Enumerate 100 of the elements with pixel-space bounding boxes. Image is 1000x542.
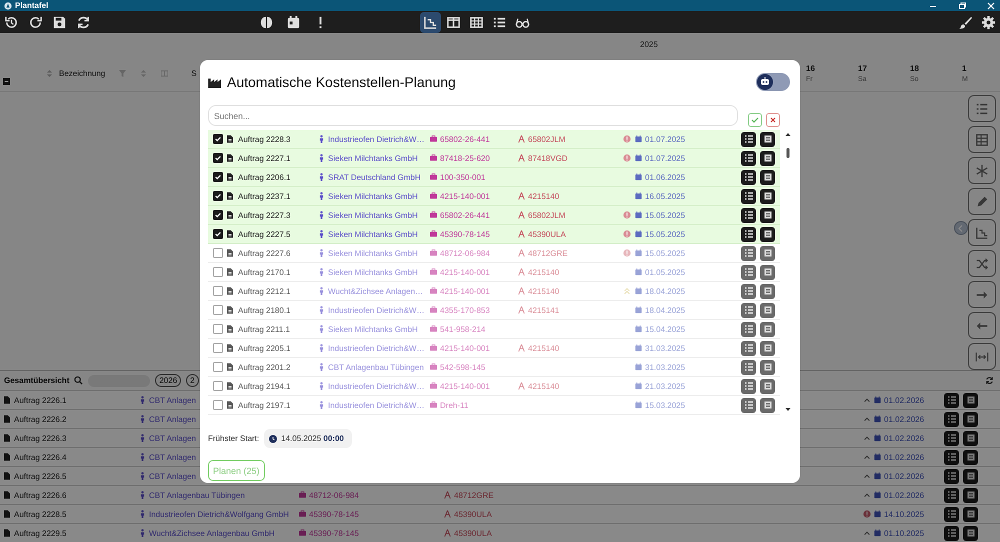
cancel-button[interactable] [766,112,780,126]
list-row[interactable]: Auftrag 2205.1 Industrieofen Dietrich&W… 4215-140-001 4215140 31.03.2025 [208,339,780,358]
document-icon [227,325,233,333]
details-button[interactable] [944,412,959,426]
year-chip[interactable]: 2 [186,374,199,387]
year-chip[interactable]: 2026 [155,374,182,387]
brain-icon[interactable] [259,14,274,30]
list-row[interactable]: Auftrag 2227.3 Sieken Milchtanks GmbH 65802-26-441 65802JLM 15.05.2025 [208,206,780,225]
settings-icon[interactable] [981,14,996,30]
table-button[interactable] [968,126,996,153]
table-row[interactable]: Auftrag 2228.5 Industrieofen Dietrich&Wolfgang GmbH 45390-78-145 45390ULA 14.10.2025 [0,504,1000,523]
details-button[interactable] [741,132,756,146]
notes-button[interactable] [760,208,775,222]
checkbox[interactable] [213,172,223,182]
table-row[interactable]: Auftrag 2226.6 CBT Anlagenbau Tübingen 48712-06-984 48712GRE 01.02.2026 [0,485,1000,504]
customer-name: Sieken Milchtanks GmbH [328,248,418,258]
checkbox[interactable] [213,134,223,144]
notes-button[interactable] [760,150,775,166]
close-icon[interactable] [986,0,996,11]
list-row[interactable]: Auftrag 2211.1 Sieken Milchtanks GmbH 541-958-214 15.04.2025 [208,320,780,339]
due-date: 21.03.2025 [645,382,686,390]
calendar-icon [635,268,642,276]
checkbox[interactable] [213,248,223,258]
chart-button[interactable] [968,219,996,246]
history-icon[interactable] [4,14,19,30]
toggle-switch[interactable] [756,73,790,91]
brush-icon[interactable] [958,14,973,30]
details-button[interactable] [944,506,959,522]
details-button[interactable] [741,226,756,242]
refresh-icon[interactable] [76,14,91,30]
shuffle-button[interactable] [968,250,996,277]
list-row[interactable]: Auftrag 2201.2 CBT Anlagenbau Tübingen 542-598-145 31.03.2025 [208,358,780,377]
list-row[interactable]: Auftrag 2227.5 Sieken Milchtanks GmbH 45390-78-145 45390ULA 15.05.2025 [208,225,780,244]
list-row[interactable]: Auftrag 2180.1 Industrieofen Dietrich&W… 4355-170-853 4215141 18.04.2025 [208,301,780,320]
details-button[interactable] [944,526,959,540]
checkbox[interactable] [213,343,223,353]
list-button[interactable] [968,95,996,122]
details-button[interactable] [741,208,756,222]
checkbox[interactable] [213,400,223,410]
list-row[interactable]: Auftrag 2197.1 Industrieofen Dietrich&W… Dreh-11 15.03.2025 [208,396,780,415]
save-icon[interactable] [52,14,67,30]
checkbox[interactable] [213,229,223,239]
calendar-icon [635,287,642,295]
checkbox[interactable] [213,362,223,372]
details-button[interactable] [741,170,756,184]
arrow-left-button[interactable] [968,312,996,339]
snowflake-icon [975,164,989,178]
edit-button[interactable] [968,188,996,215]
box-icon [430,344,437,352]
calendar-icon[interactable] [286,14,301,30]
collapse-icon[interactable] [3,78,10,84]
list-row[interactable]: Auftrag 2206.1 SRAT Deutschland GmbH 100-350-001 01.06.2025 [208,168,780,187]
checkbox[interactable] [213,305,223,315]
details-button[interactable] [944,468,959,484]
document-icon [4,434,10,442]
checkbox[interactable] [213,381,223,391]
details-button[interactable] [944,488,959,502]
checkbox[interactable] [213,267,223,277]
details-button[interactable] [944,392,959,408]
notes-button[interactable] [760,132,775,146]
restore-icon[interactable] [957,0,967,11]
notes-button[interactable] [760,170,775,184]
document-icon [227,306,233,314]
checkbox[interactable] [213,324,223,334]
list-row[interactable]: Auftrag 2194.1 Industrieofen Dietrich&W… 4215-140-001 4215140 21.03.2025 [208,377,780,396]
checkbox[interactable] [213,210,223,220]
start-datetime-field[interactable]: 14.05.2025 00:00 [264,429,352,448]
checkbox[interactable] [213,191,223,201]
part-number: Dreh-11 [440,400,468,410]
redo-icon[interactable] [28,14,43,30]
list-row[interactable]: Auftrag 2237.1 Sieken Milchtanks GmbH 4215-140-001 4215140 16.05.2025 [208,187,780,206]
expand-width-button[interactable] [968,343,996,370]
list-row[interactable]: Auftrag 2227.1 Sieken Milchtanks GmbH 87418-25-620 87418VGD 01.07.2025 [208,149,780,168]
list-icon [744,381,754,391]
arrow-right-button[interactable] [968,281,996,308]
list-row[interactable]: Auftrag 2170.1 Sieken Milchtanks GmbH 4215-140-001 4215140 01.05.2025 [208,263,780,282]
details-button[interactable] [741,188,756,204]
due-date: 16.05.2025 [645,192,686,200]
list-row[interactable]: Auftrag 2212.1 Wucht&Zichsee Anlagen… 4215-140-001 4215140 18.04.2025 [208,282,780,301]
checkbox[interactable] [213,286,223,296]
person-icon [139,396,146,404]
list-row[interactable]: Auftrag 2228.3 Industrieofen Dietrich&W… 65802-26-441 65802JLM 01.07.2025 [208,130,780,149]
checkbox[interactable] [213,153,223,163]
notes-button[interactable] [760,226,775,242]
document-icon [227,268,233,276]
notes-button[interactable] [760,188,775,204]
column-header[interactable]: S [191,68,197,78]
person-icon [318,382,325,390]
chart-view-tab[interactable] [420,12,441,33]
snowflake-button[interactable] [968,157,996,184]
chevron-up-icon [863,453,871,461]
list-row[interactable]: Auftrag 2227.6 Sieken Milchtanks GmbH 48712-06-984 48712GRE 15.05.2025 [208,244,780,263]
document-icon [4,510,10,518]
details-button[interactable] [944,430,959,446]
column-header[interactable]: Bezeichnung [59,68,106,78]
search-icon [74,376,84,385]
refresh-icon[interactable] [985,376,994,385]
details-button[interactable] [944,450,959,464]
details-button[interactable] [741,150,756,166]
search-field[interactable]: Suchen... [208,105,738,126]
